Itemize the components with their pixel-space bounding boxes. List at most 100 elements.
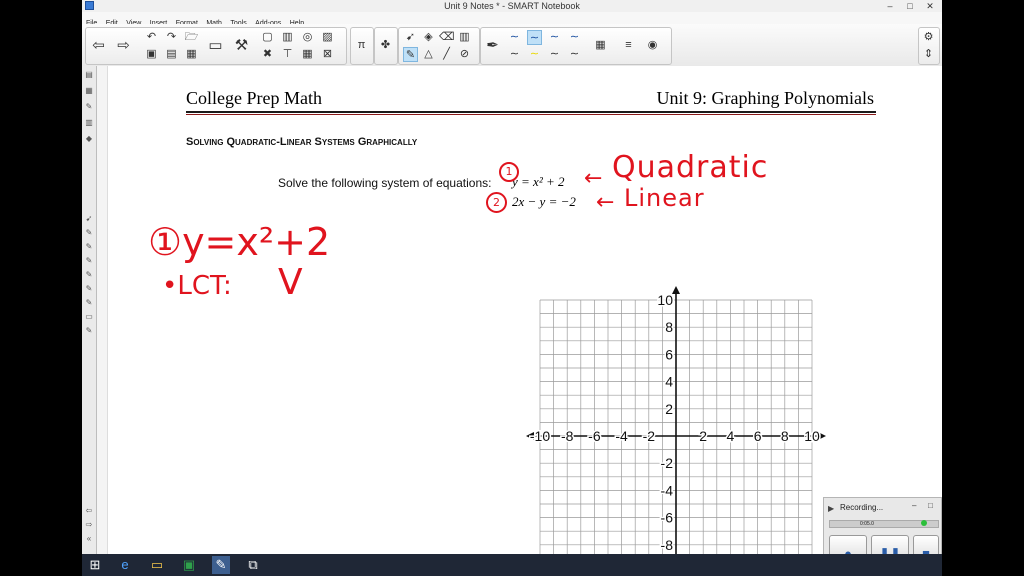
attachments-icon[interactable]: ✎	[84, 102, 94, 112]
color-palette-icon[interactable]: ▦	[593, 38, 608, 53]
close-view-icon[interactable]: ⊠	[320, 47, 335, 62]
internet-explorer-icon[interactable]: e	[116, 556, 134, 574]
problem-prompt: Solve the following system of equations:	[278, 176, 492, 190]
pen-line-style-8[interactable]: ∼	[567, 47, 582, 62]
select-icon[interactable]: ➹	[84, 214, 94, 224]
y-tick-label: -2	[661, 455, 674, 471]
ink-arrow-left-icon[interactable]: ←	[596, 190, 614, 215]
back-arrow-icon[interactable]: ⇦	[91, 38, 106, 53]
maximize-button[interactable]: □	[900, 0, 920, 12]
collapse-icon[interactable]: «	[84, 534, 94, 544]
side-panel: ▤ ▦ ✎ ▥ ◆ ➹ ✎ ✎ ✎ ✎ ✎ ✎ ▭ ✎ ⇦ ⇨ «	[82, 66, 97, 554]
screen-display-icon[interactable]: ▭	[208, 38, 223, 53]
document-camera-icon[interactable]: ◎	[300, 30, 315, 45]
creative-pen-icon[interactable]: ⊘	[457, 47, 472, 62]
y-tick-label: 8	[665, 319, 673, 335]
pen-tool-icon[interactable]: ✎	[403, 47, 418, 62]
pen-style-icon[interactable]: ✒	[485, 38, 500, 53]
ink-work-lct[interactable]: •LCT:	[162, 271, 232, 301]
paste-icon[interactable]: ▤	[164, 47, 179, 62]
coordinate-grid[interactable]: -10 -8 -6 -4 -2 2 4 6 8 10 10 8 6 4 2 -2 -4 -6 -8	[526, 276, 836, 556]
toolbar-group-math: π	[350, 27, 374, 65]
pen-line-style-6[interactable]: ∼	[527, 47, 542, 62]
line-tool-icon[interactable]: ╱	[439, 47, 454, 62]
recorder-maximize-button[interactable]: □	[928, 501, 933, 510]
crayon-icon[interactable]: ✎	[84, 298, 94, 308]
ink-arrow-left-icon[interactable]: ←	[584, 166, 602, 191]
minimize-button[interactable]: –	[880, 0, 900, 12]
ink-label-linear[interactable]: Linear	[624, 184, 705, 212]
capture-icon[interactable]: ▢	[260, 30, 275, 45]
shapes-icon[interactable]: ▥	[457, 30, 472, 45]
spreadsheet-app-icon[interactable]: ▣	[180, 556, 198, 574]
pen-line-style-1[interactable]: ∼	[507, 30, 522, 45]
select-pointer-icon[interactable]: ➹	[403, 30, 418, 45]
x-tick-label: 4	[727, 428, 735, 444]
x-tick-label: -10	[530, 428, 550, 444]
delete-icon[interactable]: ✖	[260, 47, 275, 62]
properties-icon[interactable]: ◉	[645, 38, 660, 53]
magic-pen-icon[interactable]: ✎	[84, 326, 94, 336]
save-icon[interactable]: ▦	[184, 47, 199, 62]
table-icon[interactable]: ▦	[300, 47, 315, 62]
toolbar-group-page: ⇦ ⇨ ↶ ↷ 🗁 ▣ ▤ ▦ ▭ ⚒ ▢ ▥ ◎ ▨ ✖ ⊤ ▦ ⊠	[85, 27, 347, 65]
calligraphy-icon[interactable]: ✎	[84, 284, 94, 294]
gear-icon[interactable]: ⚙	[921, 30, 936, 45]
y-axis-arrow-up	[672, 286, 680, 294]
addon-puzzle-icon[interactable]: ✤	[378, 38, 393, 53]
y-tick-label: -8	[661, 537, 674, 553]
insert-icon[interactable]: ⊤	[280, 47, 295, 62]
line-thickness-icon[interactable]: ≡	[621, 38, 636, 53]
open-file-icon[interactable]: 🗁	[184, 30, 199, 45]
math-tools-icon[interactable]: π	[354, 38, 369, 53]
axes	[526, 286, 826, 554]
notebook-page[interactable]: College Prep Math Unit 9: Graphing Polyn…	[108, 66, 942, 556]
triangle-shape-icon[interactable]: △	[421, 47, 436, 62]
y-tick-label: 4	[665, 374, 673, 390]
recorder-minimize-button[interactable]: –	[912, 501, 916, 510]
recorder-time: 0:05.0	[860, 521, 874, 527]
toolbar-group-addons: ✤	[374, 27, 398, 65]
forward-arrow-icon[interactable]: ⇨	[116, 38, 131, 53]
y-tick-label: -6	[661, 510, 674, 526]
nav-back-icon[interactable]: ⇦	[84, 506, 94, 516]
window-title: Unit 9 Notes * - SMART Notebook	[444, 1, 580, 11]
header-rule-accent	[186, 114, 876, 115]
start-windows-icon[interactable]: ⊞	[86, 556, 104, 574]
y-tick-label: 10	[657, 292, 673, 308]
ink-work-equation[interactable]: ①y=x²+2	[148, 220, 330, 264]
pen-line-style-4[interactable]: ∼	[567, 30, 582, 45]
nav-forward-icon[interactable]: ⇨	[84, 520, 94, 530]
addons-tab-icon[interactable]: ◆	[84, 134, 94, 144]
marker-icon[interactable]: ✎	[84, 256, 94, 266]
pen-icon[interactable]: ✎	[84, 228, 94, 238]
eraser-icon[interactable]: ⌫	[439, 30, 455, 45]
ink-circled-number-1[interactable]: 1	[499, 162, 519, 182]
ink-circled-number-2[interactable]: 2	[486, 192, 507, 213]
undo-icon[interactable]: ↶	[144, 30, 159, 45]
screen-shade-icon[interactable]: ▥	[280, 30, 295, 45]
eraser-side-icon[interactable]: ▭	[84, 312, 94, 322]
highlighter-icon[interactable]: ✎	[84, 242, 94, 252]
tools-icon[interactable]: ⚒	[234, 38, 249, 53]
close-button[interactable]: ✕	[920, 0, 940, 12]
ink-work-mark[interactable]: V	[278, 262, 303, 303]
page-sorter-icon[interactable]: ▤	[84, 70, 94, 80]
recorder-taskbar-icon[interactable]: ⧉	[244, 556, 262, 574]
gallery-icon[interactable]: ▨	[320, 30, 335, 45]
gallery-tab-icon[interactable]: ▦	[84, 86, 94, 96]
smart-notebook-taskbar-icon[interactable]: ✎	[212, 556, 230, 574]
toolbar-position-icon[interactable]: ⇕	[921, 47, 936, 62]
brush-icon[interactable]: ✎	[84, 270, 94, 280]
pen-line-style-2[interactable]: ∼	[527, 30, 542, 45]
pen-line-style-7[interactable]: ∼	[547, 47, 562, 62]
vertical-scrollbar[interactable]	[97, 66, 108, 554]
redo-icon[interactable]: ↷	[164, 30, 179, 45]
pen-line-style-3[interactable]: ∼	[547, 30, 562, 45]
ink-label-quadratic[interactable]: Quadratic	[612, 150, 768, 185]
add-page-icon[interactable]: ▣	[144, 47, 159, 62]
file-explorer-icon[interactable]: ▭	[148, 556, 166, 574]
fill-icon[interactable]: ◈	[421, 30, 436, 45]
pen-line-style-5[interactable]: ∼	[507, 47, 522, 62]
properties-tab-icon[interactable]: ▥	[84, 118, 94, 128]
